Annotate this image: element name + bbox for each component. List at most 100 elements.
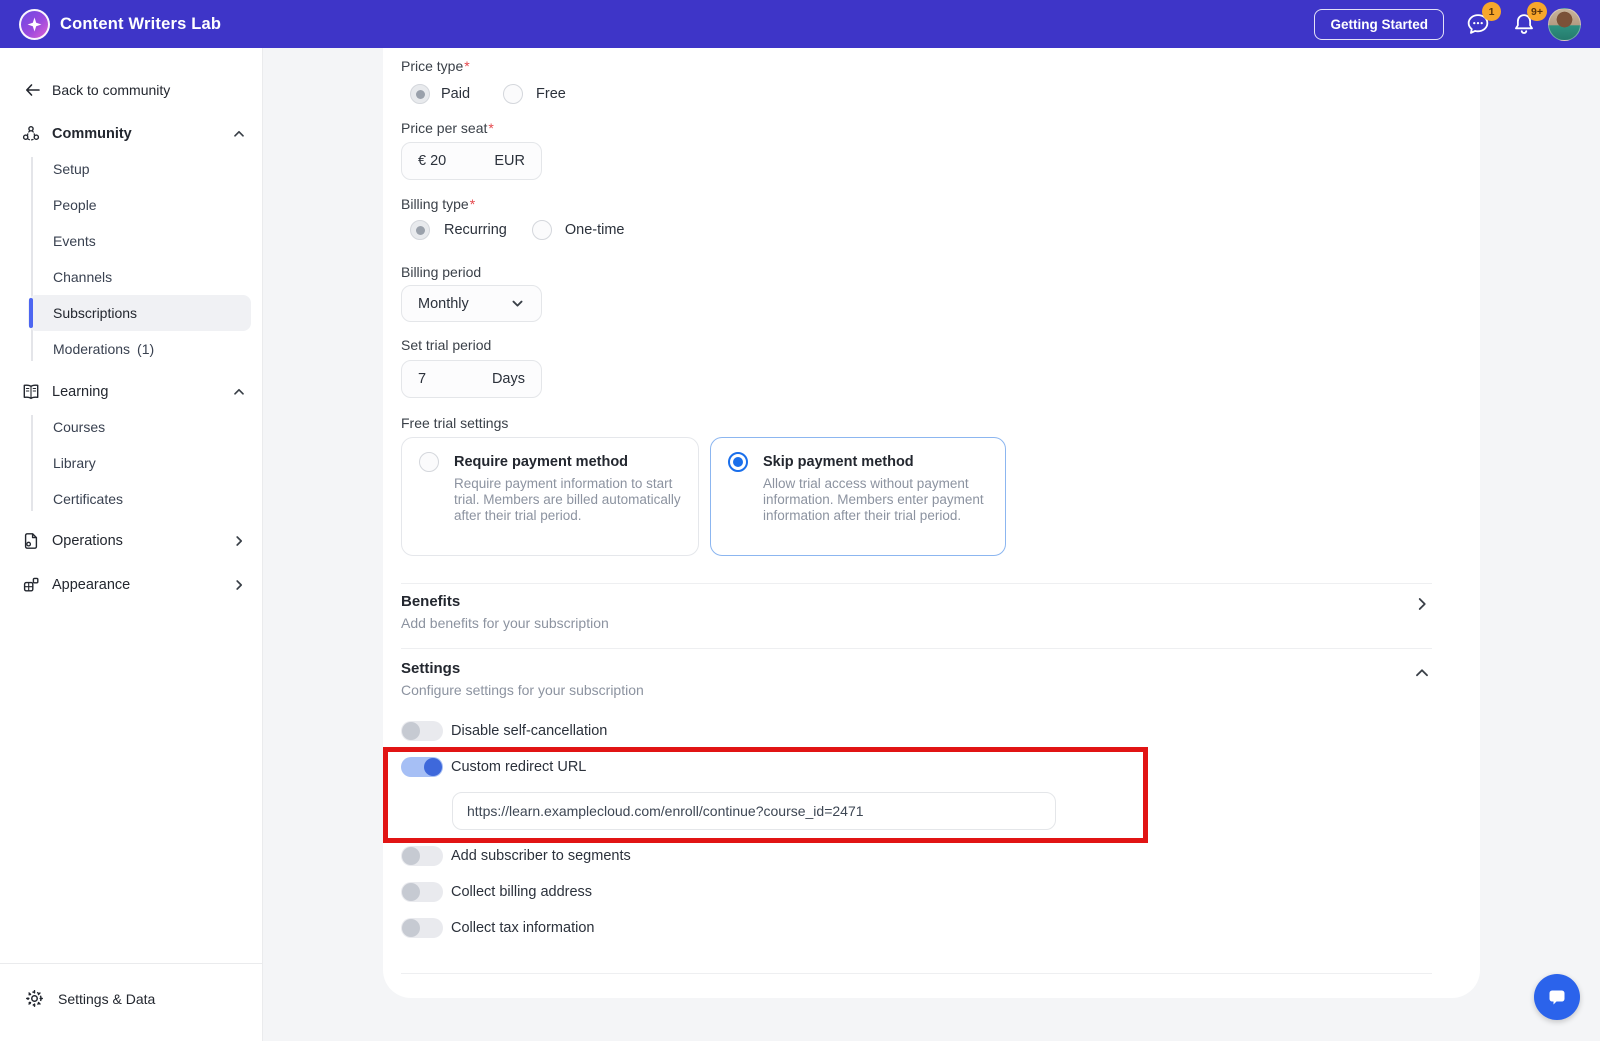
sparkle-icon — [27, 17, 42, 31]
price-type-label: Price type* — [401, 58, 470, 74]
radio-recurring-label: Recurring — [444, 222, 507, 238]
radio-one-time[interactable] — [531, 220, 552, 240]
price-per-seat-input[interactable]: € 20 EUR — [401, 142, 542, 180]
collect-billing-address-row: Collect billing address — [401, 882, 592, 902]
radio-require-payment[interactable] — [419, 452, 439, 472]
sidebar-item-label: Setup — [53, 161, 90, 177]
sidebar-item-label: Subscriptions — [53, 305, 138, 321]
sidebar-item-library[interactable]: Library — [28, 445, 251, 481]
benefits-expand-button[interactable] — [1414, 596, 1430, 617]
disable-self-cancellation-label: Disable self-cancellation — [451, 723, 608, 739]
require-payment-title: Require payment method — [454, 454, 629, 470]
billing-type-label: Billing type* — [401, 196, 476, 212]
divider — [401, 583, 1432, 584]
getting-started-button[interactable]: Getting Started — [1314, 8, 1444, 40]
moderations-count: (1) — [137, 341, 155, 357]
chat-count-badge: 1 — [1482, 2, 1501, 21]
chat-messages-button[interactable]: 1 — [1466, 2, 1501, 36]
support-chat-fab[interactable] — [1534, 974, 1580, 1020]
sidebar-section-community[interactable]: Community — [21, 117, 250, 151]
chevron-down-icon — [512, 300, 523, 307]
sidebar-item-label: Library — [53, 455, 96, 471]
sidebar-item-moderations[interactable]: Moderations (1) — [28, 331, 251, 367]
radio-skip-payment[interactable] — [728, 452, 748, 472]
sidebar-item-courses[interactable]: Courses — [28, 409, 251, 445]
require-payment-method-card[interactable]: Require payment method Require payment i… — [401, 437, 699, 556]
radio-free[interactable] — [503, 84, 524, 104]
sidebar-item-people[interactable]: People — [28, 187, 251, 223]
custom-redirect-label: Custom redirect URL — [451, 759, 587, 775]
price-type-options: Paid Free — [410, 84, 566, 104]
add-subscriber-segments-toggle[interactable] — [401, 846, 443, 866]
sidebar-item-channels[interactable]: Channels — [28, 259, 251, 295]
sidebar-item-label: Moderations — [53, 341, 131, 357]
custom-redirect-toggle[interactable] — [401, 757, 443, 777]
redirect-url-input[interactable]: https://learn.examplecloud.com/enroll/co… — [452, 792, 1056, 830]
settings-data-label: Settings & Data — [58, 990, 156, 1007]
billing-period-select[interactable]: Monthly — [401, 285, 542, 322]
back-arrow-icon — [26, 84, 40, 96]
divider — [401, 648, 1432, 649]
sidebar-item-settings-data[interactable]: Settings & Data — [0, 963, 262, 1041]
app-title: Content Writers Lab — [60, 14, 222, 33]
free-trial-settings-label: Free trial settings — [401, 415, 509, 431]
chevron-right-icon — [232, 534, 246, 548]
appearance-icon — [23, 577, 39, 592]
free-trial-options: Require payment method Require payment i… — [401, 437, 1006, 556]
collect-tax-information-label: Collect tax information — [451, 920, 595, 936]
sidebar-item-events[interactable]: Events — [28, 223, 251, 259]
trial-period-label: Set trial period — [401, 337, 492, 353]
chevron-right-icon — [232, 578, 246, 592]
notifications-count-badge: 9+ — [1527, 2, 1547, 21]
chevron-up-icon — [232, 127, 246, 141]
sidebar-item-certificates[interactable]: Certificates — [28, 481, 251, 517]
sidebar-item-label: Events — [53, 233, 96, 249]
app-logo-icon[interactable] — [19, 8, 50, 40]
divider — [401, 973, 1432, 974]
settings-subtitle: Configure settings for your subscription — [401, 682, 644, 698]
collect-tax-information-toggle[interactable] — [401, 918, 443, 938]
sidebar-item-operations[interactable]: Operations — [21, 523, 250, 559]
custom-redirect-row: Custom redirect URL — [401, 757, 586, 777]
benefits-subtitle: Add benefits for your subscription — [401, 615, 609, 631]
trial-period-input[interactable]: 7 Days — [401, 360, 542, 398]
radio-paid[interactable] — [410, 84, 430, 104]
redirect-url-value: https://learn.examplecloud.com/enroll/co… — [467, 803, 864, 819]
book-icon — [23, 384, 39, 400]
community-icon — [22, 126, 40, 141]
user-avatar[interactable] — [1548, 7, 1581, 41]
sidebar-learning-label: Learning — [52, 384, 109, 400]
collect-tax-information-row: Collect tax information — [401, 918, 594, 938]
benefits-title: Benefits — [401, 593, 461, 610]
sidebar-section-learning[interactable]: Learning — [21, 375, 250, 409]
settings-collapse-button[interactable] — [1414, 665, 1430, 686]
add-subscriber-segments-label: Add subscriber to segments — [451, 848, 631, 864]
billing-period-label: Billing period — [401, 264, 482, 280]
sidebar-item-setup[interactable]: Setup — [28, 151, 251, 187]
sidebar: Back to community Community Setup People… — [0, 48, 263, 1041]
top-navigation-bar: Content Writers Lab Getting Started 1 9+ — [0, 0, 1600, 48]
disable-self-cancellation-toggle[interactable] — [401, 721, 443, 741]
skip-payment-title: Skip payment method — [763, 454, 914, 470]
sidebar-item-label: Courses — [53, 419, 106, 435]
require-payment-desc: Require payment information to start tri… — [454, 476, 681, 523]
back-to-community-link[interactable]: Back to community — [24, 82, 238, 98]
collect-billing-address-toggle[interactable] — [401, 882, 443, 902]
disable-self-cancellation-row: Disable self-cancellation — [401, 721, 607, 741]
currency-suffix: EUR — [494, 153, 525, 169]
radio-free-label: Free — [536, 86, 566, 102]
notifications-button[interactable]: 9+ — [1512, 2, 1547, 36]
gear-icon — [25, 989, 44, 1008]
trial-unit-suffix: Days — [491, 371, 525, 387]
skip-payment-method-card[interactable]: Skip payment method Allow trial access w… — [710, 437, 1006, 556]
learning-subnav: Courses Library Certificates — [0, 409, 262, 517]
sidebar-item-label: People — [53, 197, 97, 213]
radio-recurring[interactable] — [410, 220, 430, 240]
sidebar-item-subscriptions[interactable]: Subscriptions — [28, 295, 251, 331]
radio-paid-label: Paid — [441, 86, 471, 102]
required-asterisk: * — [488, 120, 494, 136]
skip-payment-desc: Allow trial access without payment infor… — [763, 476, 984, 523]
chevron-up-icon — [1416, 669, 1428, 677]
sidebar-item-appearance[interactable]: Appearance — [21, 567, 250, 603]
sidebar-community-label: Community — [52, 126, 132, 142]
